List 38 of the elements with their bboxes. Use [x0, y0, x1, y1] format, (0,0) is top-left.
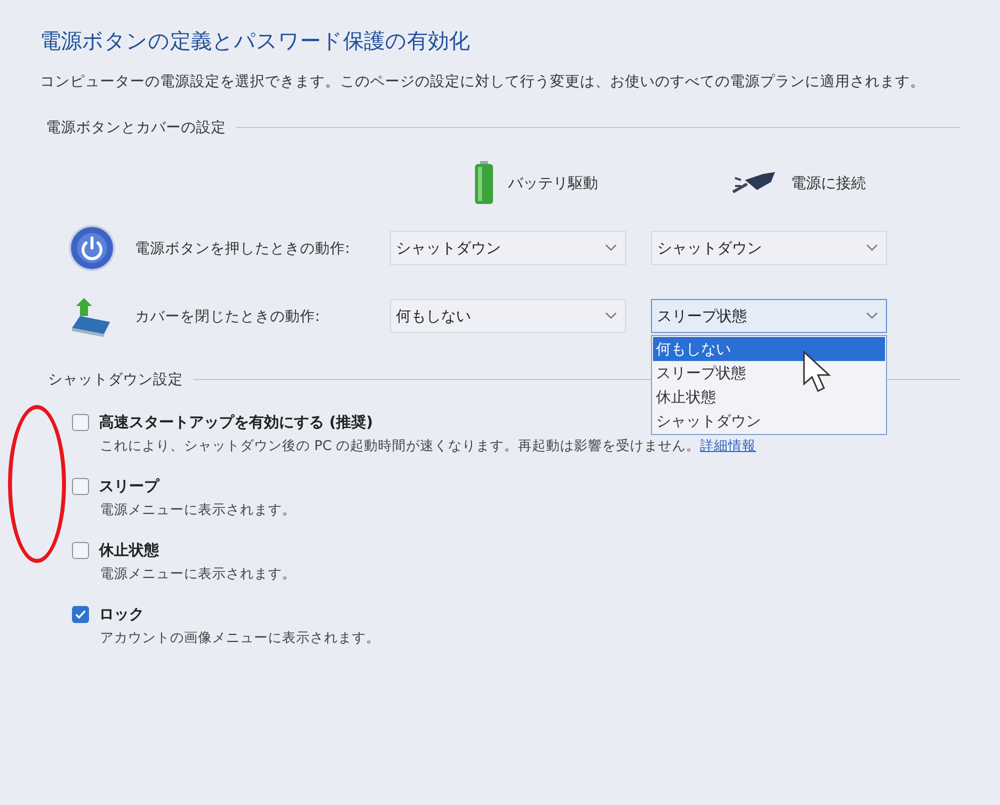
section-heading: 電源ボタンとカバーの設定: [46, 118, 226, 137]
checkbox[interactable]: [72, 478, 89, 494]
power-icon: [68, 224, 116, 272]
column-heading: 電源に接続: [791, 174, 866, 192]
chevron-down-icon: [605, 244, 617, 252]
chevron-down-icon: [605, 312, 617, 320]
dropdown[interactable]: シャットダウン: [651, 231, 887, 265]
dropdown-option[interactable]: スリープ状態: [653, 361, 885, 385]
dropdown[interactable]: スリープ状態: [651, 299, 887, 333]
dropdown-option[interactable]: シャットダウン: [653, 409, 885, 433]
details-link[interactable]: 詳細情報: [700, 438, 756, 454]
section-heading: シャットダウン設定: [48, 370, 183, 389]
column-heading: バッテリ駆動: [508, 174, 598, 192]
plug-icon: [731, 170, 777, 196]
option-description: これにより、シャットダウン後の PC の起動時間が速くなります。再起動は影響を受けません。: [100, 438, 700, 454]
chevron-down-icon: [866, 244, 878, 252]
option-description: 電源メニューに表示されます。: [100, 566, 296, 582]
setting-label: カバーを閉じたときの動作:: [135, 308, 321, 326]
checkbox[interactable]: [72, 414, 89, 430]
checkbox[interactable]: [72, 542, 89, 558]
description-text: コンピューターの電源設定を選択できます。このページの設定に対して行う変更は、お使いのすべての電源プランに適用されます。: [40, 72, 926, 92]
dropdown[interactable]: シャットダウン: [390, 231, 626, 265]
checkbox-label: 休止状態: [99, 540, 159, 560]
option-description: アカウントの画像メニューに表示されます。: [100, 630, 380, 646]
checkbox-label: ロック: [99, 604, 144, 624]
dropdown-option[interactable]: 休止状態: [653, 385, 885, 409]
checkbox-label: スリープ: [99, 476, 159, 496]
option-description: 電源メニューに表示されます。: [100, 502, 296, 518]
dropdown[interactable]: 何もしない: [390, 299, 626, 333]
page-title: 電源ボタンの定義とパスワード保護の有効化: [40, 28, 471, 55]
dropdown-option[interactable]: 何もしない: [653, 337, 885, 361]
check-icon: [75, 610, 86, 618]
checkbox-label: 高速スタートアップを有効にする (推奨): [99, 412, 373, 432]
battery-icon: [474, 161, 494, 205]
checkbox[interactable]: [72, 606, 89, 622]
mouse-pointer-icon: [802, 350, 832, 394]
chevron-down-icon: [866, 312, 878, 320]
setting-label: 電源ボタンを押したときの動作:: [135, 240, 351, 258]
